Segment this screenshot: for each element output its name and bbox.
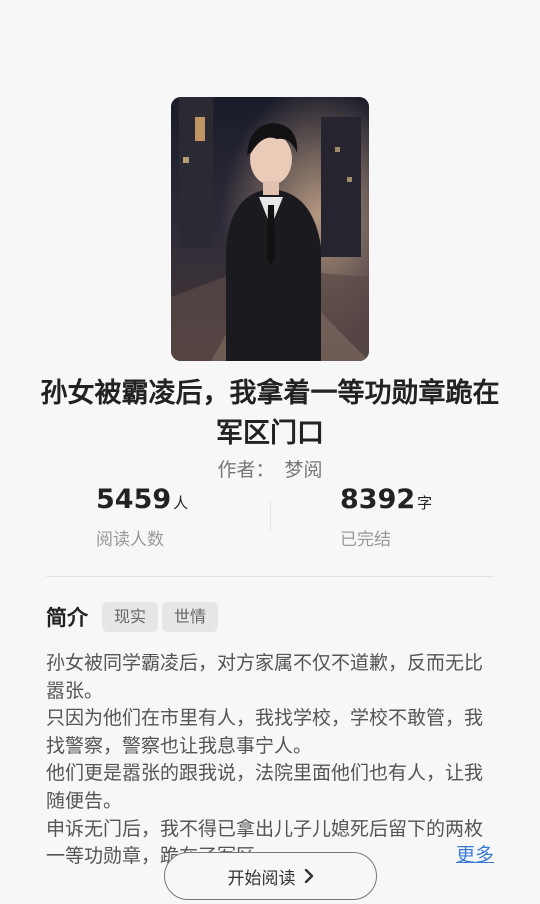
- readers-count: 5459: [96, 484, 172, 515]
- book-detail-page: 孙女被霸凌后，我拿着一等功勋章跪在军区门口 作者： 梦阅 5459 人 阅读人数 8…: [0, 0, 540, 904]
- cover-illustration: [171, 97, 369, 361]
- word-count: 8392: [340, 484, 416, 515]
- word-unit: 字: [417, 494, 433, 512]
- status-label: 已完结: [340, 530, 391, 550]
- author-name[interactable]: 梦阅: [285, 459, 323, 481]
- start-reading-label: 开始阅读: [227, 868, 296, 889]
- more-link[interactable]: 更多: [452, 840, 495, 867]
- tag-reality[interactable]: 现实: [102, 602, 159, 632]
- intro-header: 简介 现实 世情: [46, 602, 222, 632]
- book-title: 孙女被霸凌后，我拿着一等功勋章跪在军区门口: [40, 378, 500, 449]
- section-divider: [46, 576, 494, 577]
- book-cover-image[interactable]: [171, 97, 369, 361]
- readers-label: 阅读人数: [96, 530, 164, 550]
- tag-society[interactable]: 世情: [162, 602, 219, 632]
- author-line: 作者： 梦阅: [0, 455, 540, 482]
- author-label: 作者：: [217, 459, 275, 481]
- stats-divider: [270, 500, 271, 532]
- stat-readers: 5459 人 阅读人数: [96, 484, 188, 550]
- readers-unit: 人: [173, 494, 189, 512]
- chevron-right-icon: [304, 869, 314, 883]
- stat-words: 8392 字 已完结: [340, 484, 432, 550]
- intro-heading: 简介: [46, 606, 88, 630]
- intro-text: 孙女被同学霸凌后，对方家属不仅不道歉，反而无比嚣张。 只因为他们在市里有人，我找…: [46, 652, 484, 868]
- start-reading-button[interactable]: 开始阅读: [164, 852, 377, 900]
